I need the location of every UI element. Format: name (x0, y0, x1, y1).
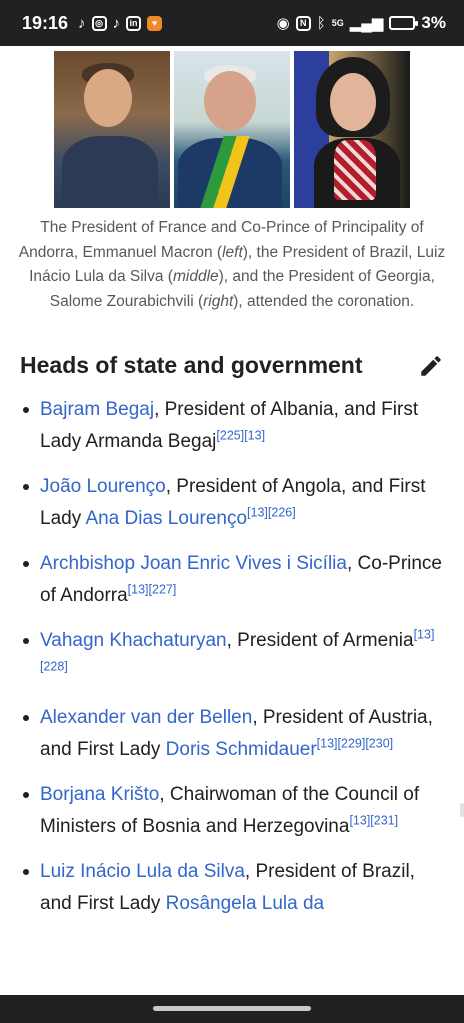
photo-figure-face (330, 73, 376, 131)
list-item: Alexander van der Bellen, President of A… (20, 702, 448, 766)
status-bar-right: ◉ N ᛒ 5G ▂▄▆ 3% (277, 13, 446, 33)
notification-app-icon: ♥ (147, 15, 163, 31)
status-bar: 19:16 ♪ ◎ ♪ in ♥ ◉ N ᛒ 5G ▂▄▆ 3% (0, 0, 464, 46)
linkedin-icon: in (126, 15, 142, 31)
battery-saver-icon (389, 16, 419, 30)
item-text: , President of Armenia (226, 630, 414, 651)
caption-emphasis: middle (172, 268, 219, 285)
tiktok-icon: ♪ (78, 14, 86, 32)
citation-link[interactable]: [225][13] (216, 429, 265, 443)
photo-figure-body (62, 136, 158, 208)
person-link[interactable]: João Lourenço (40, 476, 166, 497)
citation-link[interactable]: [13][229][230] (317, 737, 393, 751)
photo-zourabichvili[interactable] (294, 51, 410, 208)
nfc-icon: N (295, 15, 311, 31)
person-link[interactable]: Bajram Begaj (40, 399, 154, 420)
figure-caption: The President of France and Co-Prince of… (16, 216, 448, 314)
caption-emphasis: right (203, 292, 234, 310)
signal-bars-icon: ▂▄▆ (349, 15, 384, 32)
home-gesture-handle[interactable] (153, 1006, 311, 1011)
person-link[interactable]: Doris Schmidauer (166, 739, 317, 760)
figure-images (54, 51, 410, 208)
signal-5g-icon: 5G (331, 18, 344, 28)
tiktok-icon: ♪ (112, 14, 121, 32)
photo-lula[interactable] (174, 51, 290, 208)
list-item: Vahagn Khachaturyan, President of Armeni… (20, 625, 448, 689)
list-item: Luiz Inácio Lula da Silva, President of … (20, 856, 448, 920)
person-link[interactable]: Alexander van der Bellen (40, 707, 252, 728)
pencil-icon[interactable] (418, 353, 444, 379)
citation-link[interactable]: [13][231] (349, 814, 398, 828)
photo-macron[interactable] (54, 51, 170, 208)
status-bar-left: 19:16 ♪ ◎ ♪ in ♥ (22, 12, 163, 34)
clock: 19:16 (22, 12, 69, 33)
person-link[interactable]: Luiz Inácio Lula da Silva (40, 861, 245, 882)
eye-icon: ◉ (276, 15, 290, 32)
scroll-indicator[interactable] (460, 803, 464, 817)
section-title: Heads of state and government (20, 352, 363, 378)
photo-figure-scarf (334, 140, 376, 200)
list-item: Bajram Begaj, President of Albania, and … (20, 394, 448, 458)
person-link[interactable]: Borjana Krišto (40, 784, 159, 805)
battery-percent: 3% (421, 13, 446, 32)
person-link[interactable]: Ana Dias Lourenço (85, 508, 247, 529)
list-item: João Lourenço, President of Angola, and … (20, 471, 448, 535)
heads-of-state-list: Bajram Begaj, President of Albania, and … (20, 394, 448, 933)
section-header: Heads of state and government (20, 352, 444, 379)
caption-emphasis: left (222, 243, 243, 261)
photo-figure-face (84, 69, 132, 127)
caption-text: ), attended the coronation. (233, 292, 415, 310)
bluetooth-icon: ᛒ (316, 14, 326, 32)
citation-link[interactable]: [13][227] (128, 583, 177, 597)
person-link[interactable]: Rosângela Lula da (166, 893, 324, 914)
list-item: Archbishop Joan Enric Vives i Sicília, C… (20, 548, 448, 612)
list-item: Borjana Krišto, Chairwoman of the Counci… (20, 779, 448, 843)
photo-figure-face (204, 71, 256, 131)
citation-link[interactable]: [13][226] (247, 506, 296, 520)
person-link[interactable]: Vahagn Khachaturyan (40, 630, 227, 651)
navigation-bar (0, 995, 464, 1023)
person-link[interactable]: Archbishop Joan Enric Vives i Sicília (40, 553, 347, 574)
instagram-icon: ◎ (91, 15, 107, 31)
